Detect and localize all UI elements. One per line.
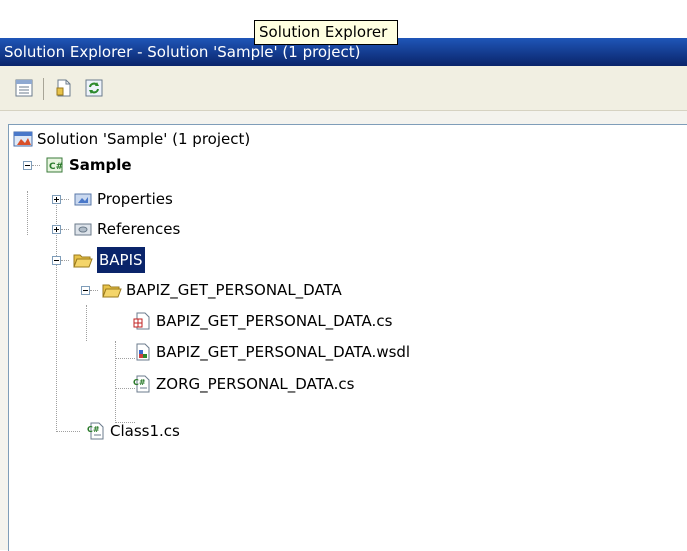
- tree-item-label: References: [97, 220, 181, 238]
- csharp-file-icon: C#: [86, 422, 106, 440]
- solution-icon: [13, 130, 33, 148]
- tree-item-label: Properties: [97, 190, 173, 208]
- svg-text:C#: C#: [49, 162, 63, 172]
- csharp-project-icon: C#: [45, 156, 65, 174]
- web-service-proxy-icon: [132, 312, 152, 330]
- tree-item-file-zorg[interactable]: C# ZORG_PERSONAL_DATA.cs: [9, 371, 659, 397]
- tree-item-file-wsdl[interactable]: BAPIZ_GET_PERSONAL_DATA.wsdl: [9, 339, 659, 365]
- tree-item-label: BAPIZ_GET_PERSONAL_DATA.wsdl: [156, 343, 411, 361]
- tree-item-file-cs[interactable]: BAPIZ_GET_PERSONAL_DATA.cs: [9, 308, 659, 334]
- open-folder-icon: [73, 251, 93, 269]
- open-folder-icon: [102, 281, 122, 299]
- toolbar: [0, 66, 687, 111]
- show-all-files-icon[interactable]: [54, 78, 74, 98]
- csharp-file-icon: C#: [132, 375, 152, 393]
- tree-item-bapis[interactable]: BAPIS: [9, 247, 609, 273]
- toolbar-separator: [43, 78, 44, 100]
- tree-item-label: Class1.cs: [110, 422, 180, 440]
- tree-item-references[interactable]: References: [9, 216, 609, 242]
- tooltip: Solution Explorer: [254, 20, 398, 45]
- refresh-icon[interactable]: [84, 78, 104, 98]
- tree-item-bapiz-folder[interactable]: BAPIZ_GET_PERSONAL_DATA: [9, 277, 609, 303]
- tree-item-class1[interactable]: C# Class1.cs: [9, 418, 609, 444]
- solution-explorer-window: Solution Explorer - Solution 'Sample' (1…: [0, 38, 687, 551]
- wsdl-file-icon: [132, 343, 152, 361]
- tree-item-label: BAPIZ_GET_PERSONAL_DATA.cs: [156, 312, 393, 330]
- references-icon: [73, 220, 93, 238]
- tree-item-label: Solution 'Sample' (1 project): [37, 130, 251, 148]
- svg-text:C#: C#: [87, 425, 100, 434]
- solution-tree: Solution 'Sample' (1 project) C# Sample: [8, 124, 687, 551]
- tree-item-label: Sample: [69, 156, 132, 174]
- tree-item-label: BAPIS: [97, 247, 145, 273]
- tree-item-project[interactable]: C# Sample: [9, 152, 609, 178]
- tree-item-properties[interactable]: Properties: [9, 186, 609, 212]
- properties-icon[interactable]: [14, 78, 34, 98]
- tree-item-solution[interactable]: Solution 'Sample' (1 project): [9, 126, 609, 152]
- svg-text:C#: C#: [133, 378, 146, 387]
- tree-item-label: ZORG_PERSONAL_DATA.cs: [156, 375, 355, 393]
- tree-item-label: BAPIZ_GET_PERSONAL_DATA: [126, 281, 342, 299]
- properties-folder-icon: [73, 190, 93, 208]
